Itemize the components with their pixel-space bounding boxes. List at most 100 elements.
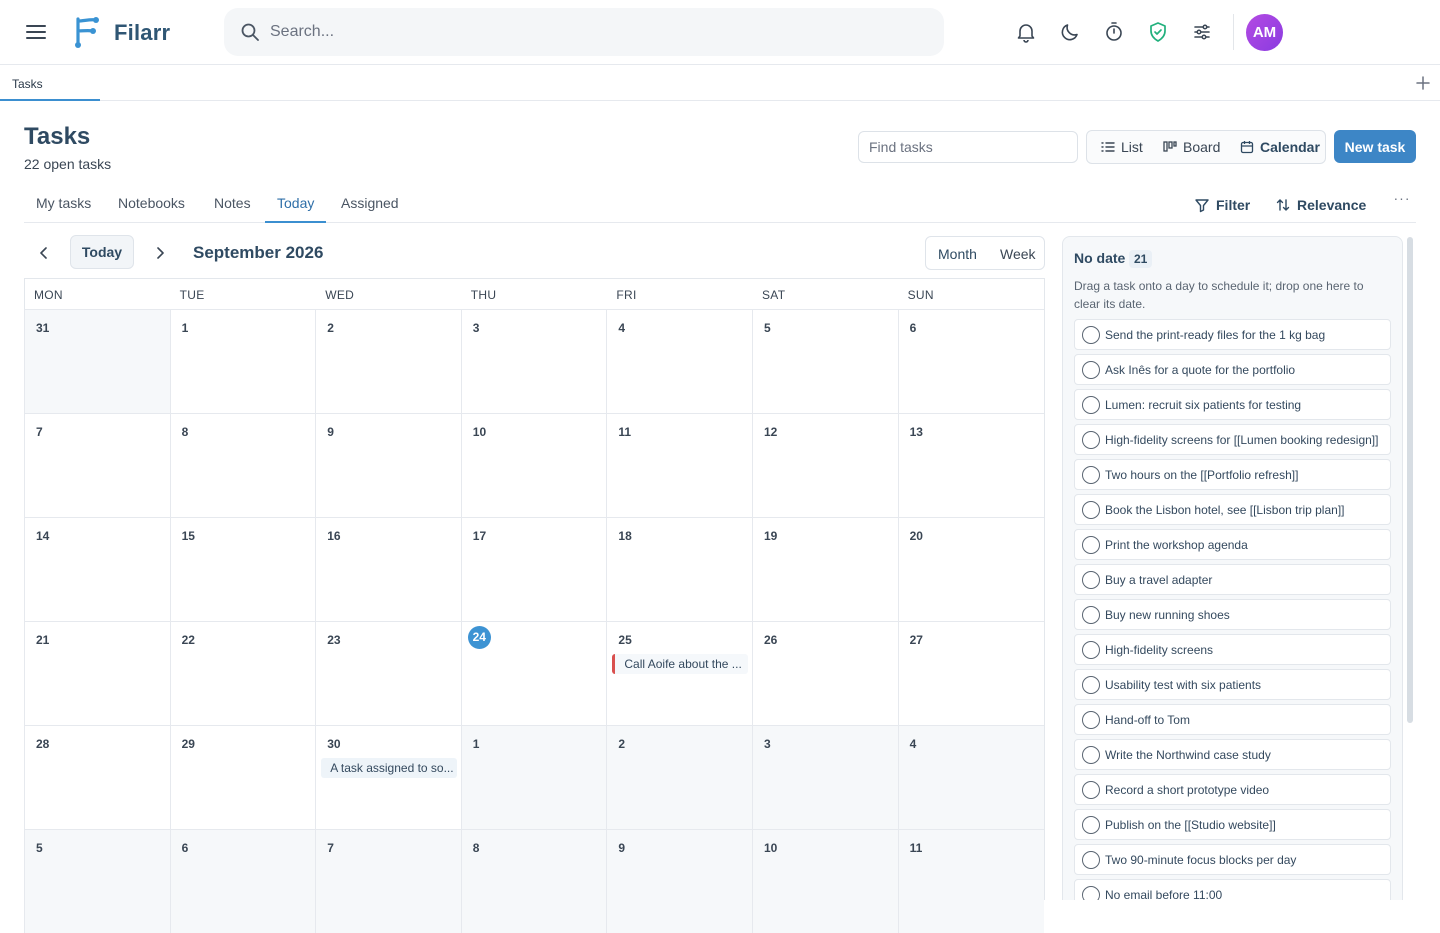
- no-date-task-item[interactable]: Hand-off to Tom: [1074, 704, 1391, 735]
- calendar-day-cell[interactable]: 9: [315, 413, 462, 517]
- task-checkbox[interactable]: [1082, 536, 1100, 554]
- plus-icon[interactable]: [1414, 74, 1432, 92]
- panel-scrollbar[interactable]: [1407, 237, 1413, 723]
- task-checkbox[interactable]: [1082, 606, 1100, 624]
- no-date-task-item[interactable]: Book the Lisbon hotel, see [[Lisbon trip…: [1074, 494, 1391, 525]
- subtab-today[interactable]: Today: [265, 186, 327, 223]
- no-date-task-item[interactable]: Two 90-minute focus blocks per day: [1074, 844, 1391, 875]
- more-options-button[interactable]: ···: [1388, 190, 1416, 214]
- no-date-task-item[interactable]: Publish on the [[Studio website]]: [1074, 809, 1391, 840]
- calendar-day-cell[interactable]: 4: [606, 309, 753, 413]
- calendar-day-cell[interactable]: 1: [169, 309, 317, 413]
- calendar-day-cell[interactable]: 20: [897, 517, 1045, 621]
- calendar-day-cell[interactable]: 10: [752, 829, 899, 933]
- calendar-day-cell[interactable]: 27: [897, 621, 1045, 725]
- calendar-event[interactable]: Call Aoife about the ...: [612, 654, 749, 674]
- task-checkbox[interactable]: [1082, 431, 1100, 449]
- task-checkbox[interactable]: [1082, 326, 1100, 344]
- task-checkbox[interactable]: [1082, 501, 1100, 519]
- calendar-day-cell[interactable]: 12: [752, 413, 899, 517]
- calendar-day-cell[interactable]: 2: [606, 725, 753, 829]
- no-date-task-item[interactable]: Print the workshop agenda: [1074, 529, 1391, 560]
- calendar-day-cell[interactable]: 8: [169, 413, 317, 517]
- task-checkbox[interactable]: [1082, 396, 1100, 414]
- no-date-task-item[interactable]: Record a short prototype video: [1074, 774, 1391, 805]
- avatar[interactable]: AM: [1246, 14, 1283, 51]
- calendar-day-cell[interactable]: 8: [460, 829, 608, 933]
- task-checkbox[interactable]: [1082, 781, 1100, 799]
- shield-check-icon[interactable]: [1146, 20, 1170, 44]
- subtab-notes[interactable]: Notes: [202, 186, 263, 223]
- no-date-task-item[interactable]: Send the print-ready files for the 1 kg …: [1074, 319, 1391, 350]
- calendar-day-cell[interactable]: 11: [897, 829, 1045, 933]
- calendar-day-cell[interactable]: 14: [24, 517, 171, 621]
- search-input[interactable]: [270, 8, 930, 56]
- calendar-day-cell[interactable]: 15: [169, 517, 317, 621]
- task-checkbox[interactable]: [1082, 466, 1100, 484]
- calendar-day-cell[interactable]: 2: [315, 309, 462, 413]
- bell-icon[interactable]: [1014, 20, 1038, 44]
- view-calendar-button[interactable]: Calendar: [1232, 134, 1328, 160]
- calendar-day-cell[interactable]: 21: [24, 621, 171, 725]
- task-checkbox[interactable]: [1082, 571, 1100, 589]
- calendar-day-cell[interactable]: 6: [897, 309, 1045, 413]
- no-date-task-item[interactable]: High-fidelity screens for [[Lumen bookin…: [1074, 424, 1391, 455]
- today-button[interactable]: Today: [70, 235, 134, 269]
- subtab-my-tasks[interactable]: My tasks: [24, 186, 103, 223]
- menu-icon[interactable]: [24, 20, 48, 44]
- no-date-task-item[interactable]: No email before 11:00: [1074, 879, 1391, 900]
- calendar-day-cell[interactable]: 19: [752, 517, 899, 621]
- calendar-day-cell[interactable]: 29: [169, 725, 317, 829]
- mode-month-button[interactable]: Month: [938, 241, 977, 265]
- no-date-task-item[interactable]: Lumen: recruit six patients for testing: [1074, 389, 1391, 420]
- no-date-task-item[interactable]: High-fidelity screens: [1074, 634, 1391, 665]
- calendar-day-cell[interactable]: 1: [460, 725, 608, 829]
- filter-button[interactable]: Filter: [1194, 194, 1250, 216]
- sliders-icon[interactable]: [1190, 20, 1214, 44]
- calendar-day-cell[interactable]: 31: [24, 309, 171, 413]
- calendar-day-cell[interactable]: 10: [460, 413, 608, 517]
- task-checkbox[interactable]: [1082, 886, 1100, 900]
- calendar-day-cell[interactable]: 24: [460, 621, 608, 725]
- calendar-event[interactable]: A task assigned to so...: [321, 758, 458, 778]
- calendar-day-cell[interactable]: 4: [897, 725, 1045, 829]
- calendar-day-cell[interactable]: 11: [606, 413, 753, 517]
- no-date-task-item[interactable]: Buy a travel adapter: [1074, 564, 1391, 595]
- task-checkbox[interactable]: [1082, 746, 1100, 764]
- calendar-day-cell[interactable]: 17: [460, 517, 608, 621]
- task-checkbox[interactable]: [1082, 676, 1100, 694]
- no-date-task-item[interactable]: Ask Inês for a quote for the portfolio: [1074, 354, 1391, 385]
- no-date-task-item[interactable]: Write the Northwind case study: [1074, 739, 1391, 770]
- calendar-day-cell[interactable]: 30 A task assigned to so...: [315, 725, 462, 829]
- calendar-day-cell[interactable]: 18: [606, 517, 753, 621]
- find-tasks-input[interactable]: [858, 131, 1078, 163]
- task-checkbox[interactable]: [1082, 361, 1100, 379]
- task-checkbox[interactable]: [1082, 816, 1100, 834]
- no-date-task-item[interactable]: Buy new running shoes: [1074, 599, 1391, 630]
- calendar-day-cell[interactable]: 9: [606, 829, 753, 933]
- task-checkbox[interactable]: [1082, 851, 1100, 869]
- no-date-task-item[interactable]: Usability test with six patients: [1074, 669, 1391, 700]
- calendar-day-cell[interactable]: 16: [315, 517, 462, 621]
- tab-tasks[interactable]: Tasks: [0, 65, 100, 101]
- new-task-button[interactable]: New task: [1334, 130, 1416, 163]
- calendar-day-cell[interactable]: 23: [315, 621, 462, 725]
- view-list-button[interactable]: List: [1093, 134, 1151, 160]
- task-checkbox[interactable]: [1082, 711, 1100, 729]
- calendar-day-cell[interactable]: 3: [460, 309, 608, 413]
- calendar-day-cell[interactable]: 5: [752, 309, 899, 413]
- subtab-notebooks[interactable]: Notebooks: [106, 186, 197, 223]
- calendar-day-cell[interactable]: 26: [752, 621, 899, 725]
- calendar-day-cell[interactable]: 7: [24, 413, 171, 517]
- sort-button[interactable]: Relevance: [1275, 194, 1366, 216]
- subtab-assigned[interactable]: Assigned: [329, 186, 411, 223]
- calendar-day-cell[interactable]: 7: [315, 829, 462, 933]
- view-board-button[interactable]: Board: [1155, 134, 1228, 160]
- calendar-day-cell[interactable]: 25 Call Aoife about the ...: [606, 621, 753, 725]
- calendar-day-cell[interactable]: 5: [24, 829, 171, 933]
- calendar-day-cell[interactable]: 6: [169, 829, 317, 933]
- mode-week-button[interactable]: Week: [1000, 241, 1036, 265]
- no-date-task-item[interactable]: Two hours on the [[Portfolio refresh]]: [1074, 459, 1391, 490]
- calendar-day-cell[interactable]: 28: [24, 725, 171, 829]
- chevron-right-icon[interactable]: [150, 243, 170, 263]
